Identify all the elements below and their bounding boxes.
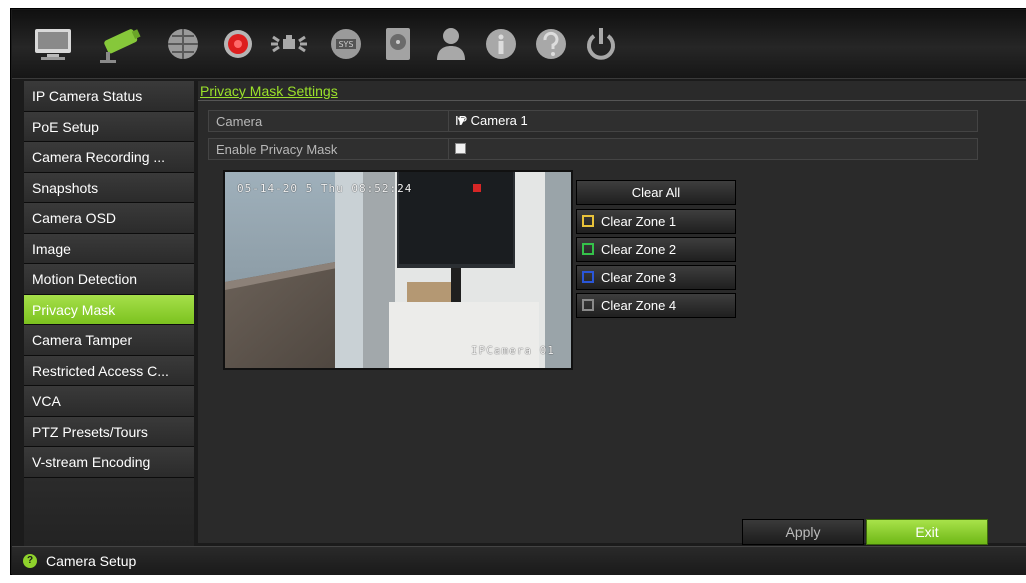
device-icon[interactable]: SYS: [325, 23, 367, 65]
osd-camera-name: IPCamera 01: [471, 344, 555, 357]
exit-button[interactable]: Exit: [866, 519, 988, 545]
sidebar-item-motion-detection[interactable]: Motion Detection: [24, 264, 194, 295]
clear-zone-2-button[interactable]: Clear Zone 2: [576, 237, 736, 262]
sidebar-item-snapshots[interactable]: Snapshots: [24, 172, 194, 203]
clear-zone-1-button[interactable]: Clear Zone 1: [576, 209, 736, 234]
osd-datetime: 05-14-20 5 Thu 08:52:24: [237, 182, 413, 195]
sidebar-item-ip-camera-status[interactable]: IP Camera Status: [24, 81, 194, 112]
clear-zone-1-label: Clear Zone 1: [601, 214, 677, 229]
camera-preview-image: [225, 172, 571, 368]
help-icon[interactable]: [530, 23, 572, 65]
clear-all-button[interactable]: Clear All: [576, 180, 736, 205]
camera-icon[interactable]: [96, 23, 148, 65]
sidebar-item-vca[interactable]: VCA: [24, 386, 194, 417]
clear-zone-4-button[interactable]: Clear Zone 4: [576, 293, 736, 318]
clear-zone-3-label: Clear Zone 3: [601, 270, 677, 285]
sidebar-menu: IP Camera Status PoE Setup Camera Record…: [24, 81, 194, 553]
enable-privacy-mask-label: Enable Privacy Mask: [216, 142, 338, 157]
enable-privacy-mask-row: Enable Privacy Mask: [208, 138, 978, 160]
monitor-icon[interactable]: [32, 23, 74, 65]
info-icon[interactable]: [480, 23, 522, 65]
status-bar: ? Camera Setup: [12, 546, 1026, 575]
zone-4-color-swatch: [582, 299, 594, 311]
apply-button[interactable]: Apply: [742, 519, 864, 545]
sidebar-item-camera-tamper[interactable]: Camera Tamper: [24, 325, 194, 356]
settings-panel: Privacy Mask Settings Camera IP Camera 1…: [198, 81, 1026, 545]
sidebar-item-camera-recording[interactable]: Camera Recording ...: [24, 142, 194, 173]
zone-1-color-swatch: [582, 215, 594, 227]
clear-zone-4-label: Clear Zone 4: [601, 298, 677, 313]
zone-2-color-swatch: [582, 243, 594, 255]
network-icon[interactable]: [162, 23, 204, 65]
zone-3-color-swatch: [582, 271, 594, 283]
power-icon[interactable]: [580, 23, 622, 65]
sidebar-item-camera-osd[interactable]: Camera OSD: [24, 203, 194, 234]
chevron-down-icon: ▼: [455, 113, 468, 128]
clear-zone-2-label: Clear Zone 2: [601, 242, 677, 257]
help-icon[interactable]: ?: [23, 554, 37, 568]
sidebar-item-ptz-presets-tours[interactable]: PTZ Presets/Tours: [24, 416, 194, 447]
sidebar-item-image[interactable]: Image: [24, 233, 194, 264]
clear-zone-3-button[interactable]: Clear Zone 3: [576, 265, 736, 290]
camera-row: Camera IP Camera 1 ▼: [208, 110, 978, 132]
camera-label: Camera: [216, 114, 263, 129]
page-title[interactable]: Privacy Mask Settings: [200, 83, 338, 99]
user-icon[interactable]: [430, 23, 472, 65]
camera-select[interactable]: IP Camera 1 ▼: [448, 111, 978, 131]
record-icon[interactable]: [217, 23, 259, 65]
svg-text:SYS: SYS: [338, 40, 353, 49]
sidebar-item-privacy-mask[interactable]: Privacy Mask: [24, 294, 194, 325]
sidebar-item-restricted-access[interactable]: Restricted Access C...: [24, 355, 194, 386]
alarm-icon[interactable]: [268, 23, 310, 65]
enable-privacy-mask-checkbox[interactable]: [455, 143, 466, 154]
hdd-icon[interactable]: [377, 23, 419, 65]
dvr-window: SYS IP Camera Status PoE Setup Camera Re…: [10, 8, 1026, 575]
footer-label: Camera Setup: [46, 553, 137, 569]
sidebar-item-poe-setup[interactable]: PoE Setup: [24, 111, 194, 142]
sidebar-item-v-stream-encoding[interactable]: V-stream Encoding: [24, 447, 194, 478]
sidebar-filler: [24, 477, 194, 553]
camera-preview[interactable]: 05-14-20 5 Thu 08:52:24 IPCamera 01: [223, 170, 573, 370]
main-toolbar: SYS: [12, 10, 1026, 79]
enable-privacy-mask-field: [448, 139, 978, 159]
title-divider: [198, 100, 1026, 101]
